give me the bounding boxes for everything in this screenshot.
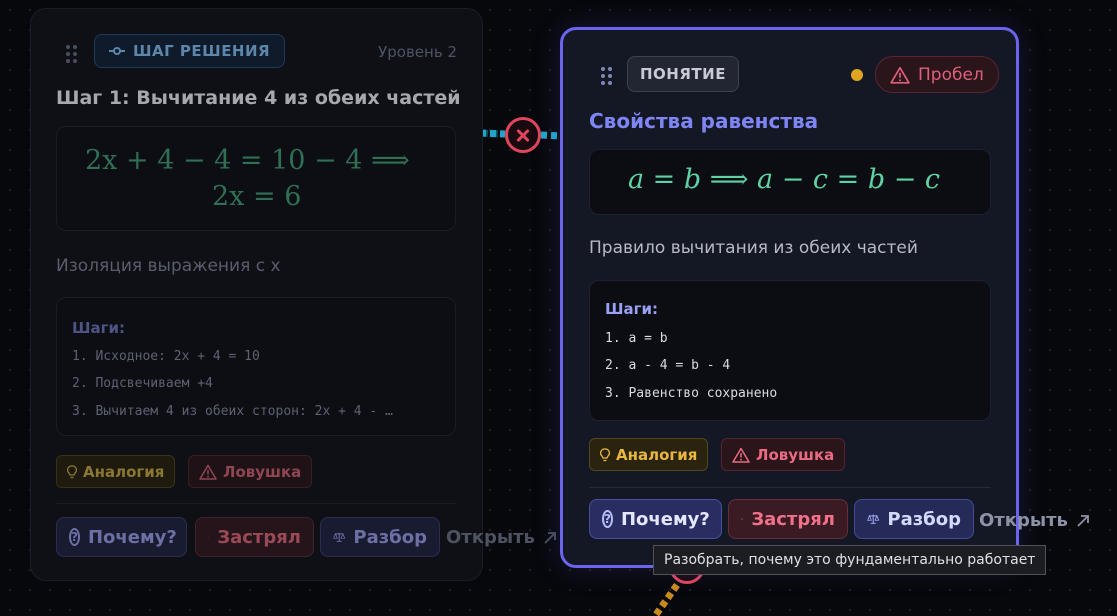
lightbulb-icon bbox=[600, 447, 610, 461]
warning-icon bbox=[199, 464, 217, 480]
warning-icon bbox=[741, 518, 744, 521]
steps-title: Шаги: bbox=[605, 300, 658, 318]
step-item: 2. a - 4 = b - 4 bbox=[605, 358, 731, 373]
trap-label: Ловушка bbox=[223, 462, 302, 481]
formula-line-2: 2x = 6 bbox=[212, 181, 302, 212]
trap-chip[interactable]: Ловушка bbox=[188, 455, 313, 488]
formula-box: a = b ⟹ a − c = b − c bbox=[589, 149, 991, 215]
drag-handle-icon[interactable] bbox=[66, 45, 77, 63]
open-link[interactable]: Открыть bbox=[446, 527, 557, 548]
analogy-label: Аналогия bbox=[83, 462, 165, 481]
open-label: Открыть bbox=[446, 527, 535, 548]
stuck-button[interactable]: Застрял bbox=[195, 517, 314, 557]
drag-handle-icon[interactable] bbox=[601, 67, 612, 85]
open-label: Открыть bbox=[979, 510, 1068, 531]
why-button[interactable]: ? Почему? bbox=[589, 499, 722, 539]
stuck-button[interactable]: Застрял bbox=[728, 499, 848, 539]
question-icon: ? bbox=[69, 528, 80, 546]
concept-type-label: ПОНЯТИЕ bbox=[640, 65, 726, 83]
external-arrow-icon bbox=[544, 531, 556, 544]
analogy-label: Аналогия bbox=[616, 445, 698, 464]
status-dot bbox=[851, 69, 863, 81]
step-title: Шаг 1: Вычитание 4 из обеих частей bbox=[56, 87, 461, 109]
step-item: 3. Вычитаем 4 из обеих сторон: 2x + 4 - … bbox=[72, 404, 393, 419]
analysis-button[interactable]: Разбор bbox=[854, 499, 974, 539]
concept-title: Свойства равенства bbox=[589, 109, 819, 133]
concept-description: Правило вычитания из обеих частей bbox=[589, 238, 918, 258]
external-arrow-icon bbox=[1077, 514, 1089, 527]
divider bbox=[56, 503, 456, 504]
analysis-label: Разбор bbox=[887, 508, 961, 530]
step-description: Изоляция выражения с x bbox=[56, 256, 281, 276]
question-icon: ? bbox=[602, 510, 613, 528]
concept-card[interactable]: ПОНЯТИЕ Пробел Свойства равенства a = b … bbox=[560, 27, 1089, 568]
gap-badge[interactable]: Пробел bbox=[875, 56, 999, 93]
level-label: Уровень 2 bbox=[378, 43, 457, 61]
step-item: 2. Подсвечиваем +4 bbox=[72, 376, 213, 391]
edge-left-to-right-bright bbox=[479, 129, 506, 138]
analysis-tooltip: Разобрать, почему это фундаментально раб… bbox=[653, 545, 1047, 575]
connection-error-icon[interactable] bbox=[505, 117, 541, 153]
formula-line: a = b ⟹ a − c = b − c bbox=[628, 164, 941, 195]
step-item: 1. Исходное: 2x + 4 = 10 bbox=[72, 349, 260, 364]
step-item: 3. Равенство сохранено bbox=[605, 386, 778, 401]
formula-line-1: 2x + 4 − 4 = 10 − 4 ⟹ bbox=[85, 145, 410, 176]
step-type-badge: ШАГ РЕШЕНИЯ bbox=[94, 34, 286, 68]
open-link[interactable]: Открыть bbox=[979, 510, 1090, 531]
analogy-chip[interactable]: Аналогия bbox=[56, 455, 176, 488]
step-type-label: ШАГ РЕШЕНИЯ bbox=[133, 42, 271, 60]
analysis-button[interactable]: Разбор bbox=[320, 517, 440, 557]
edge-bottom-outgoing bbox=[652, 582, 680, 616]
stuck-label: Застрял bbox=[751, 508, 835, 530]
steps-box: Шаги: 1. a = b 2. a - 4 = b - 4 3. Равен… bbox=[589, 280, 991, 421]
warning-icon bbox=[208, 536, 210, 538]
gap-label: Пробел bbox=[918, 64, 984, 85]
analogy-chip[interactable]: Аналогия bbox=[589, 438, 709, 471]
why-label: Почему? bbox=[620, 508, 710, 530]
why-button[interactable]: ? Почему? bbox=[56, 517, 187, 557]
commit-icon bbox=[109, 46, 125, 56]
step-card[interactable]: ШАГ РЕШЕНИЯ Уровень 2 Шаг 1: Вычитание 4… bbox=[30, 8, 556, 581]
lightbulb-icon bbox=[67, 464, 77, 478]
stuck-label: Застрял bbox=[217, 526, 301, 548]
warning-icon bbox=[890, 66, 910, 84]
scales-icon bbox=[333, 532, 346, 542]
why-label: Почему? bbox=[87, 526, 177, 548]
divider bbox=[589, 487, 991, 488]
formula-box: 2x + 4 − 4 = 10 − 4 ⟹ 2x = 6 bbox=[56, 126, 456, 231]
analysis-label: Разбор bbox=[353, 526, 427, 548]
warning-icon bbox=[732, 447, 750, 463]
concept-type-badge: ПОНЯТИЕ bbox=[627, 56, 739, 92]
steps-box: Шаги: 1. Исходное: 2x + 4 = 10 2. Подсве… bbox=[56, 297, 456, 436]
trap-label: Ловушка bbox=[756, 445, 835, 464]
trap-chip[interactable]: Ловушка bbox=[721, 438, 846, 471]
scales-icon bbox=[867, 514, 880, 524]
steps-title: Шаги: bbox=[72, 319, 125, 337]
step-item: 1. a = b bbox=[605, 331, 668, 346]
